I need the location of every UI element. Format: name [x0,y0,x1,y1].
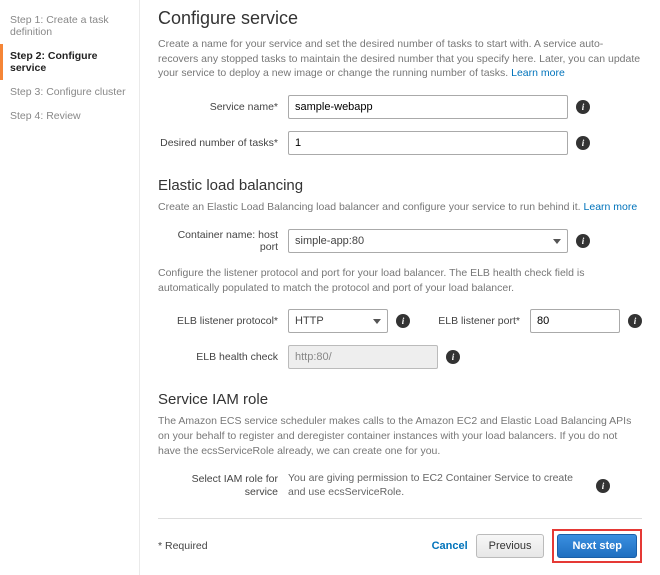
elb-health-label: ELB health check [158,351,288,364]
elb-protocol-select[interactable]: HTTP [288,309,388,333]
info-icon[interactable]: i [576,100,590,114]
wizard-sidebar: Step 1: Create a task definition Step 2:… [0,0,140,575]
section1-description: Create a name for your service and set t… [158,37,642,81]
iam-heading: Service IAM role [158,391,642,408]
divider [158,518,642,519]
step-2[interactable]: Step 2: Configure service [0,44,139,80]
container-port-select[interactable]: simple-app:80 [288,229,568,253]
step-4[interactable]: Step 4: Review [0,104,139,128]
service-name-input[interactable] [288,95,568,119]
page-title: Configure service [158,8,642,29]
step-1[interactable]: Step 1: Create a task definition [0,8,139,44]
iam-role-label: Select IAM role for service [158,473,288,498]
elb-description: Create an Elastic Load Balancing load ba… [158,200,642,215]
info-icon[interactable]: i [396,314,410,328]
elb-heading: Elastic load balancing [158,177,642,194]
service-name-label: Service name* [158,101,288,114]
listener-description: Configure the listener protocol and port… [158,266,642,295]
previous-button[interactable]: Previous [476,534,545,558]
learn-more-link[interactable]: Learn more [584,201,638,213]
elb-protocol-label: ELB listener protocol* [158,315,288,328]
elb-health-input [288,345,438,369]
iam-role-text: You are giving permission to EC2 Contain… [288,472,588,499]
elb-port-label: ELB listener port* [420,315,530,328]
info-icon[interactable]: i [576,234,590,248]
main-content: Configure service Create a name for your… [140,0,660,575]
chevron-down-icon [553,239,561,244]
chevron-down-icon [373,319,381,324]
learn-more-link[interactable]: Learn more [511,67,565,79]
step-3[interactable]: Step 3: Configure cluster [0,80,139,104]
iam-description: The Amazon ECS service scheduler makes c… [158,414,642,458]
desired-tasks-input[interactable] [288,131,568,155]
info-icon[interactable]: i [628,314,642,328]
highlight-annotation: Next step [552,529,642,563]
info-icon[interactable]: i [576,136,590,150]
required-note: * Required [158,540,208,552]
cancel-button[interactable]: Cancel [432,540,468,552]
next-step-button[interactable]: Next step [557,534,637,558]
info-icon[interactable]: i [446,350,460,364]
elb-port-input[interactable] [530,309,620,333]
desired-tasks-label: Desired number of tasks* [158,137,288,150]
container-port-label: Container name: host port [158,229,288,254]
info-icon[interactable]: i [596,479,610,493]
